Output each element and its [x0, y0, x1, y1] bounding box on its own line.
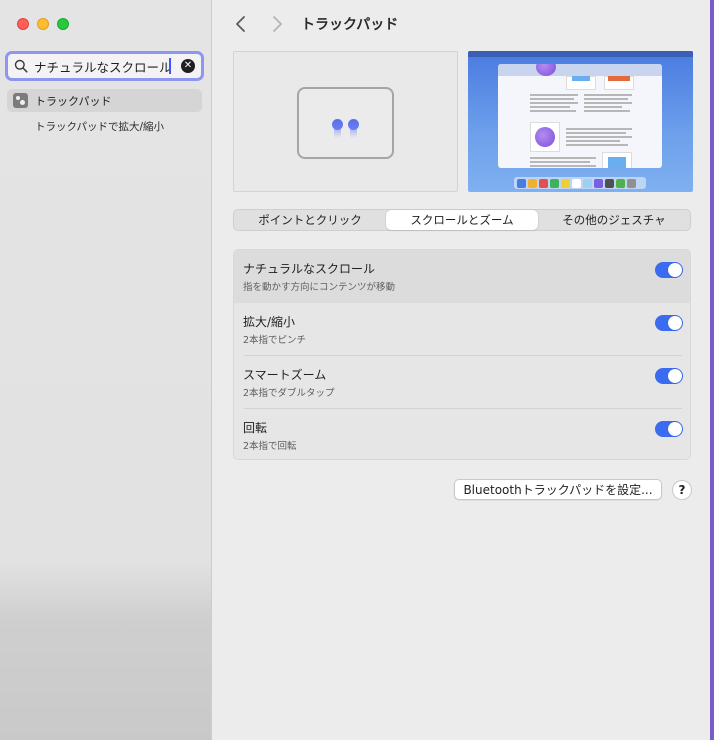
search-input[interactable]	[34, 56, 174, 76]
card-accent	[608, 76, 630, 81]
toolbar	[498, 64, 662, 76]
sidebar-item-label: トラックパッド	[35, 94, 112, 108]
sidebar-subitem-trackpad-zoom[interactable]: トラックパッドで拡大/縮小	[35, 119, 164, 134]
tab-scroll-and-zoom[interactable]: スクロールとズーム	[386, 210, 538, 230]
screen-preview	[468, 51, 693, 192]
text-line	[530, 157, 596, 159]
setting-subtitle: 2本指でダブルタップ	[243, 388, 335, 399]
text-line	[530, 102, 578, 104]
dock-app-icon	[528, 178, 537, 188]
dock-app-icon	[605, 178, 614, 188]
dock-app-icon	[594, 178, 603, 188]
dock-app-icon	[627, 178, 636, 188]
text-line	[530, 94, 578, 96]
settings-window: ✕ トラックパッド トラックパッドで拡大/縮小 トラックパッド	[0, 0, 710, 740]
text-line	[584, 94, 632, 96]
gesture-preview	[233, 51, 458, 192]
text-line	[530, 165, 596, 167]
text-line	[530, 98, 574, 100]
main-pane: トラックパッド ポイントとクリック スクロールとズーム その他のジェスチャ ナチ…	[213, 0, 710, 740]
sidebar-item-trackpad[interactable]: トラックパッド	[7, 89, 202, 112]
setting-row-smart-zoom: スマートズーム 2本指でダブルタップ	[234, 356, 690, 409]
dock-app-icon	[583, 178, 592, 188]
close-window-button[interactable]	[17, 18, 29, 30]
dock-app-icon	[539, 178, 548, 188]
smart-zoom-toggle[interactable]	[655, 368, 683, 384]
settings-list: ナチュラルなスクロール 指を動かす方向にコンテンツが移動 拡大/縮小 2本指でピ…	[233, 249, 691, 460]
setting-title: 拡大/縮小	[243, 315, 296, 329]
tab-more-gestures[interactable]: その他のジェスチャ	[538, 210, 690, 230]
card-accent	[608, 157, 626, 168]
dock-app-icon	[572, 178, 581, 188]
dock	[514, 177, 646, 189]
text-line	[566, 136, 632, 138]
text-line	[584, 106, 622, 108]
setting-title: スマートズーム	[243, 368, 327, 382]
text-line	[584, 98, 628, 100]
search-field[interactable]: ✕	[5, 51, 204, 81]
finger-icon	[348, 119, 359, 138]
text-line	[530, 161, 590, 163]
text-caret	[169, 58, 171, 74]
setting-subtitle: 2本指でピンチ	[243, 335, 307, 346]
image-thumbnail	[535, 127, 555, 147]
text-line	[584, 102, 632, 104]
document-preview	[498, 64, 662, 168]
setting-row-natural-scrolling: ナチュラルなスクロール 指を動かす方向にコンテンツが移動	[234, 250, 690, 303]
trackpad-icon	[13, 93, 28, 108]
setting-title: 回転	[243, 421, 268, 435]
text-line	[566, 128, 632, 130]
text-line	[584, 110, 630, 112]
setting-title: ナチュラルなスクロール	[243, 262, 376, 276]
text-line	[530, 110, 576, 112]
dock-app-icon	[561, 178, 570, 188]
setting-row-rotate: 回転 2本指で回転	[234, 409, 690, 459]
help-button[interactable]: ?	[672, 480, 692, 500]
clear-icon[interactable]: ✕	[181, 59, 195, 73]
setup-bluetooth-trackpad-button[interactable]: Bluetoothトラックパッドを設定...	[454, 479, 662, 500]
text-line	[566, 132, 626, 134]
setting-row-zoom: 拡大/縮小 2本指でピンチ	[234, 303, 690, 356]
zoom-window-button[interactable]	[57, 18, 69, 30]
text-line	[566, 144, 628, 146]
text-line	[566, 140, 620, 142]
dock-app-icon	[616, 178, 625, 188]
menu-bar	[468, 51, 693, 57]
finger-icon	[332, 119, 343, 138]
setting-subtitle: 2本指で回転	[243, 441, 297, 452]
chevron-right-icon[interactable]	[269, 14, 285, 34]
natural-scrolling-toggle[interactable]	[655, 262, 683, 278]
text-line	[530, 106, 570, 108]
chevron-left-icon[interactable]	[233, 14, 249, 34]
minimize-window-button[interactable]	[37, 18, 49, 30]
dock-app-icon	[550, 178, 559, 188]
tab-point-and-click[interactable]: ポイントとクリック	[234, 210, 386, 230]
rotate-toggle[interactable]	[655, 421, 683, 437]
setting-subtitle: 指を動かす方向にコンテンツが移動	[243, 282, 396, 293]
trackpad-illustration	[297, 87, 394, 159]
sidebar: ✕ トラックパッド トラックパッドで拡大/縮小	[0, 0, 212, 740]
page-title: トラックパッド	[301, 17, 399, 33]
card-accent	[572, 76, 590, 81]
segmented-control: ポイントとクリック スクロールとズーム その他のジェスチャ	[233, 209, 691, 231]
window-controls	[17, 18, 69, 30]
dock-app-icon	[517, 178, 526, 188]
search-icon	[14, 59, 28, 73]
zoom-toggle[interactable]	[655, 315, 683, 331]
